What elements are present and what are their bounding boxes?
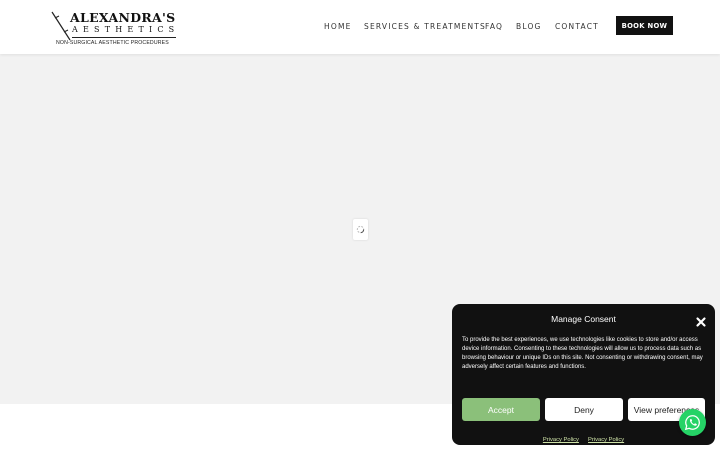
site-header: ALEXANDRA'S AESTHETICS NON-SURGICAL AEST…: [0, 0, 720, 54]
logo-title: ALEXANDRA'S: [70, 10, 176, 25]
book-now-button[interactable]: BOOK NOW: [616, 16, 673, 35]
consent-message: To provide the best experiences, we use …: [462, 337, 703, 370]
syringe-icon: [51, 11, 71, 41]
privacy-policy-link[interactable]: Privacy Policy: [543, 437, 579, 443]
consent-title: Manage Consent: [551, 314, 616, 324]
nav-item-services[interactable]: SERVICES & TREATMENTS: [364, 22, 486, 31]
deny-button[interactable]: Deny: [545, 398, 623, 421]
site-logo[interactable]: ALEXANDRA'S AESTHETICS NON-SURGICAL AEST…: [50, 8, 180, 48]
privacy-policy-link-2[interactable]: Privacy Policy: [588, 437, 624, 443]
logo-tagline: NON-SURGICAL AESTHETIC PROCEDURES: [56, 40, 169, 46]
nav-item-contact[interactable]: CONTACT: [555, 22, 599, 31]
close-icon[interactable]: [695, 313, 707, 327]
logo-divider: [72, 37, 176, 38]
nav-item-blog[interactable]: BLOG: [516, 22, 542, 31]
loading-indicator: [353, 219, 368, 240]
nav-item-home[interactable]: HOME: [324, 22, 352, 31]
consent-links: Privacy Policy Privacy Policy: [452, 426, 715, 445]
whatsapp-icon: [684, 415, 700, 431]
accept-button[interactable]: Accept: [462, 398, 540, 421]
loading-spinner-icon: [356, 225, 365, 234]
whatsapp-button[interactable]: [679, 409, 706, 436]
nav-item-faq[interactable]: FAQ: [485, 22, 503, 31]
logo-subtitle: AESTHETICS: [72, 25, 180, 34]
consent-modal: Manage Consent To provide the best exper…: [452, 304, 715, 445]
